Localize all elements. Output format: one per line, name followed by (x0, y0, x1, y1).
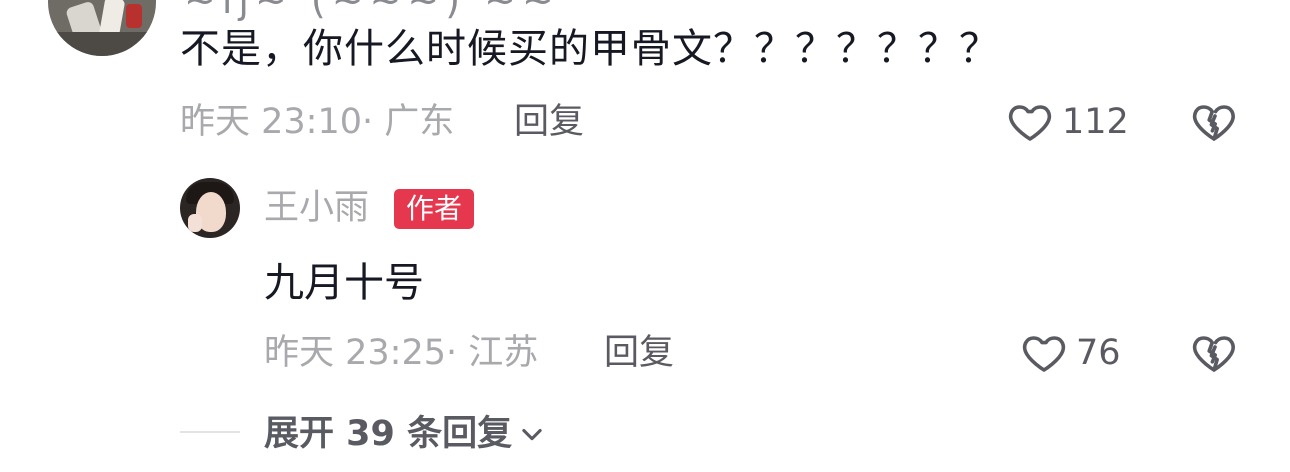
reply-like-button[interactable]: 76 (1020, 329, 1121, 377)
author-badge: 作者 (394, 189, 475, 229)
reply-reply-button[interactable]: 回复 (604, 331, 674, 375)
expand-replies-button[interactable]: 展开 39 条回复 (264, 410, 546, 458)
heart-outline-icon (1008, 105, 1052, 141)
comment-text: 不是，你什么时候买的甲骨文？？？？？？？ (180, 26, 1000, 72)
broken-heart-icon (1192, 336, 1235, 372)
expand-divider (180, 431, 240, 433)
comment-like-button[interactable]: 112 (1006, 98, 1129, 146)
comment-timestamp: 昨天 23:10· 广东 (180, 102, 455, 142)
reply-text: 九月十号 (264, 260, 424, 306)
broken-heart-icon (1192, 105, 1235, 141)
reply-like-count: 76 (1076, 333, 1121, 373)
reply-avatar[interactable] (180, 178, 240, 238)
comment-reply-button[interactable]: 回复 (514, 100, 584, 144)
commenter-avatar[interactable] (48, 0, 156, 56)
comment-thread: ~ij~ (~~~) ~~ 不是，你什么时候买的甲骨文？？？？？？？ 昨天 23… (0, 0, 1290, 472)
commenter-name[interactable]: ~ij~ (~~~) ~~ (184, 0, 560, 22)
comment-dislike-button[interactable] (1190, 98, 1238, 146)
reply-dislike-button[interactable] (1190, 329, 1238, 377)
chevron-down-icon (522, 428, 542, 441)
heart-outline-icon (1022, 336, 1066, 372)
reply-username[interactable]: 王小雨 (264, 186, 369, 230)
expand-replies-label: 展开 39 条回复 (264, 414, 513, 454)
reply-timestamp: 昨天 23:25· 江苏 (264, 333, 539, 373)
comment-like-count: 112 (1062, 102, 1129, 142)
